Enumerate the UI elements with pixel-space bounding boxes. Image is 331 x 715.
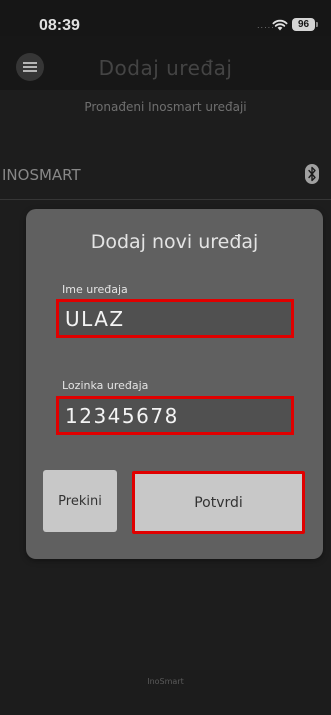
device-name-input[interactable] (56, 299, 294, 338)
add-device-dialog: Dodaj novi uređaj Ime uređaja Lozinka ur… (26, 209, 323, 559)
device-password-input[interactable] (56, 396, 294, 435)
footer-brand: InoSmart (147, 677, 184, 686)
device-name-label: Ime uređaja (62, 283, 128, 296)
cancel-button[interactable]: Prekini (43, 470, 117, 532)
confirm-button[interactable]: Potvrdi (132, 471, 305, 534)
device-password-label: Lozinka uređaja (62, 379, 149, 392)
dialog-title: Dodaj novi uređaj (90, 231, 259, 253)
